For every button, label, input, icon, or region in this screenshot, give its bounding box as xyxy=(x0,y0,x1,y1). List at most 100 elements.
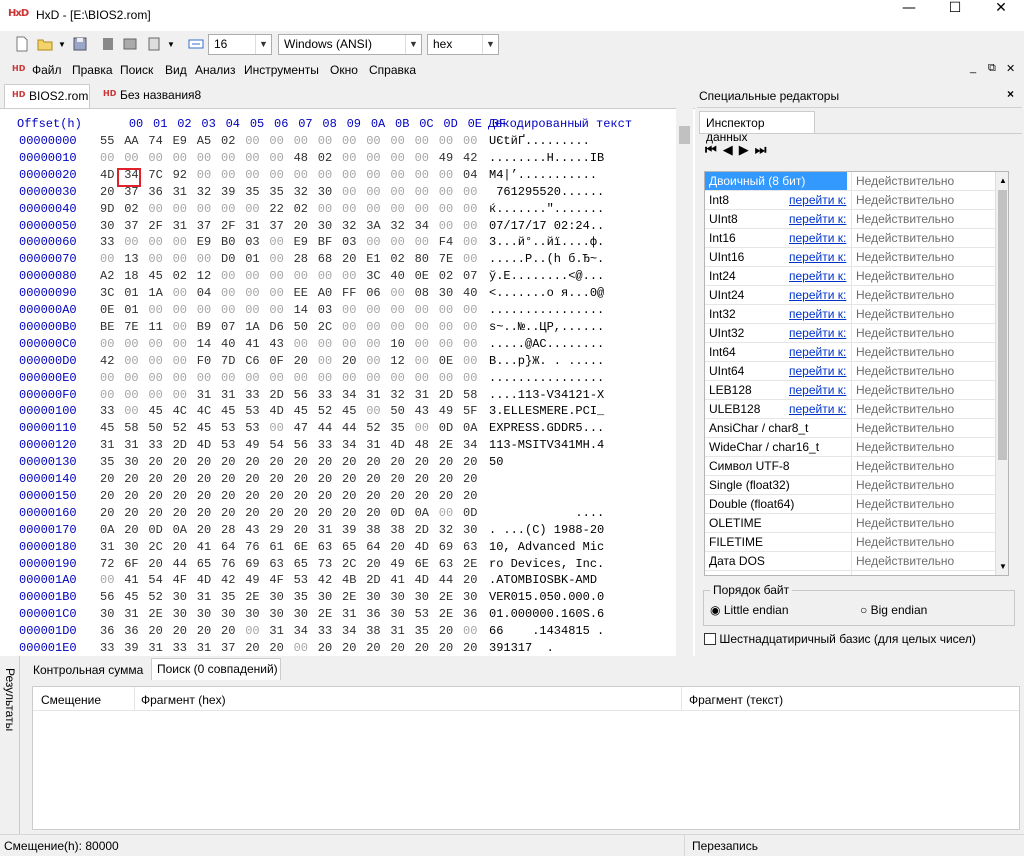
hex-byte[interactable]: 2E xyxy=(342,589,356,606)
hex-byte[interactable]: 65 xyxy=(294,556,308,573)
hex-byte[interactable]: 20 xyxy=(342,353,356,370)
hex-byte[interactable]: 30 xyxy=(318,218,332,235)
open-folder-icon[interactable] xyxy=(37,36,53,52)
hex-byte[interactable]: 0D xyxy=(439,420,453,437)
hex-byte[interactable]: 80 xyxy=(415,251,429,268)
hex-byte[interactable]: 30 xyxy=(463,589,477,606)
hex-byte[interactable]: 35 xyxy=(415,623,429,640)
hex-byte[interactable]: 0D xyxy=(463,505,477,522)
inspector-row[interactable]: UInt64 перейти к: Недействительно xyxy=(705,362,995,381)
tab-untitled8[interactable]: HD Без названия8 xyxy=(96,84,206,108)
hex-byte[interactable]: 3A xyxy=(366,218,380,235)
hex-byte[interactable]: 00 xyxy=(390,302,404,319)
hex-byte[interactable]: 55 xyxy=(100,133,114,150)
hex-byte[interactable]: 00 xyxy=(366,150,380,167)
offset-base-combo[interactable]: hex ▼ xyxy=(427,34,499,55)
hex-byte[interactable]: 20 xyxy=(221,488,235,505)
hex-byte[interactable]: 00 xyxy=(463,218,477,235)
mdi-minimize-icon[interactable]: _ xyxy=(970,62,976,74)
hex-byte[interactable]: AA xyxy=(124,133,138,150)
hex-byte[interactable]: 20 xyxy=(318,640,332,656)
hex-byte[interactable]: 00 xyxy=(439,302,453,319)
hex-byte[interactable]: 00 xyxy=(415,133,429,150)
hex-byte[interactable]: 63 xyxy=(439,556,453,573)
hex-byte[interactable]: 31 xyxy=(124,606,138,623)
hex-byte[interactable]: 36 xyxy=(100,623,114,640)
hex-byte[interactable]: 45 xyxy=(148,268,162,285)
hex-byte[interactable]: 5F xyxy=(463,403,477,420)
hex-byte[interactable]: 33 xyxy=(245,387,259,404)
hex-byte[interactable]: 50 xyxy=(390,403,404,420)
hex-byte[interactable]: 20 xyxy=(439,488,453,505)
hex-byte[interactable]: 20 xyxy=(100,471,114,488)
tab-bios2[interactable]: HD BIOS2.rom xyxy=(4,84,90,108)
hex-byte[interactable]: 44 xyxy=(342,420,356,437)
hex-byte[interactable]: 31 xyxy=(415,387,429,404)
hex-byte[interactable]: 20 xyxy=(366,488,380,505)
hex-byte[interactable]: 31 xyxy=(390,623,404,640)
menu-window[interactable]: Окно xyxy=(330,62,358,79)
inspector-value[interactable]: Недействительно xyxy=(851,286,995,304)
hex-byte[interactable]: 20 xyxy=(148,454,162,471)
hex-byte[interactable]: 3C xyxy=(366,268,380,285)
decoded-text[interactable]: s~..№..ЦP,...... xyxy=(489,319,604,336)
hex-byte[interactable]: 08 xyxy=(415,285,429,302)
hex-byte[interactable]: 20 xyxy=(342,471,356,488)
hex-byte[interactable]: 2C xyxy=(318,319,332,336)
hex-byte[interactable]: 7E xyxy=(124,319,138,336)
hex-byte[interactable]: 0F xyxy=(269,353,283,370)
hex-byte[interactable]: 2C xyxy=(342,556,356,573)
hex-byte[interactable]: 20 xyxy=(342,251,356,268)
hex-byte[interactable]: 00 xyxy=(148,336,162,353)
decoded-text[interactable]: 113-MSITV341MH.4 xyxy=(489,437,604,454)
hex-byte[interactable]: 72 xyxy=(100,556,114,573)
hex-byte[interactable]: 45 xyxy=(124,589,138,606)
goto-link[interactable]: перейти к: xyxy=(789,343,846,361)
decoded-text[interactable]: M4|’........... xyxy=(489,167,597,184)
hex-byte[interactable]: 20 xyxy=(197,454,211,471)
inspector-value[interactable]: Недействительно xyxy=(851,533,995,551)
hex-byte[interactable]: 00 xyxy=(197,370,211,387)
hex-byte[interactable]: 64 xyxy=(366,539,380,556)
hex-byte[interactable]: 20 xyxy=(318,471,332,488)
hex-byte[interactable]: 4B xyxy=(342,572,356,589)
hex-byte[interactable]: 49 xyxy=(390,556,404,573)
hex-byte[interactable]: 20 xyxy=(294,505,308,522)
decoded-text[interactable]: B...р}Ж. . ..... xyxy=(489,353,604,370)
little-endian-radio[interactable]: ◉ Little endian xyxy=(710,603,789,617)
hex-byte[interactable]: B0 xyxy=(221,234,235,251)
hex-byte[interactable]: 00 xyxy=(173,319,187,336)
hex-byte[interactable]: 20 xyxy=(148,556,162,573)
ram-icon[interactable] xyxy=(146,36,162,52)
hex-byte[interactable]: 00 xyxy=(269,167,283,184)
inspector-value[interactable]: Недействительно xyxy=(851,343,995,361)
inspector-row[interactable]: OLETIME Недействительно xyxy=(705,514,995,533)
hex-byte[interactable]: 00 xyxy=(269,234,283,251)
hex-byte[interactable]: 4D xyxy=(100,167,114,184)
hex-byte[interactable]: 00 xyxy=(463,251,477,268)
menu-analysis[interactable]: Анализ xyxy=(195,62,236,79)
hex-byte[interactable]: 00 xyxy=(366,184,380,201)
hex-byte[interactable]: 32 xyxy=(439,522,453,539)
hex-byte[interactable]: 35 xyxy=(269,184,283,201)
hex-byte[interactable]: 00 xyxy=(124,370,138,387)
inspector-value[interactable]: Недействительно xyxy=(851,362,995,380)
hex-byte[interactable]: 00 xyxy=(245,167,259,184)
hex-byte[interactable]: 00 xyxy=(463,201,477,218)
hex-byte[interactable]: 20 xyxy=(390,454,404,471)
hex-byte[interactable]: 4D xyxy=(415,572,429,589)
hex-byte[interactable]: 00 xyxy=(173,370,187,387)
hex-byte[interactable]: 30 xyxy=(221,606,235,623)
hex-byte[interactable]: 20 xyxy=(197,623,211,640)
hex-byte[interactable]: 00 xyxy=(463,370,477,387)
disk-icon[interactable] xyxy=(122,36,138,52)
hex-byte[interactable]: 38 xyxy=(366,522,380,539)
hex-byte[interactable]: 33 xyxy=(318,623,332,640)
hex-byte[interactable]: B9 xyxy=(197,319,211,336)
hex-byte[interactable]: 00 xyxy=(197,251,211,268)
inspector-row[interactable]: LEB128 перейти к: Недействительно xyxy=(705,381,995,400)
hex-byte[interactable]: 31 xyxy=(366,387,380,404)
hex-byte[interactable]: 20 xyxy=(245,454,259,471)
inspector-row[interactable]: Int16 перейти к: Недействительно xyxy=(705,229,995,248)
decoded-text[interactable]: .... xyxy=(489,505,604,522)
